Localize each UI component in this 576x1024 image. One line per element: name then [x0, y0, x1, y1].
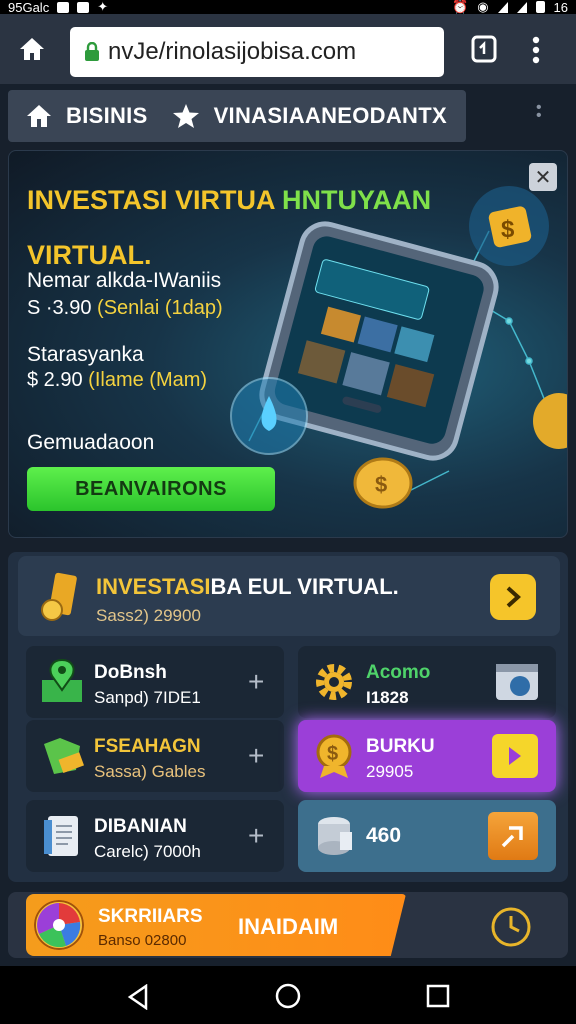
promo-amount: Banso 02800	[98, 932, 187, 949]
home-nav-icon[interactable]	[275, 983, 301, 1009]
promo-banner[interactable]: SKRRIIARS Banso 02800 INAIDAIM	[26, 894, 406, 956]
section-open-button[interactable]	[490, 574, 536, 620]
url-text: nvJe/rinolasijobisa.com	[108, 38, 357, 65]
address-bar[interactable]: nvJe/rinolasijobisa.com	[70, 27, 444, 77]
overflow-menu-button[interactable]	[532, 36, 540, 69]
section-title-part: BA EUL VIRTUAL.	[210, 574, 399, 599]
price-value: $ 2.90	[27, 369, 83, 391]
tile-value: 460	[366, 824, 402, 847]
tile-title: DoBnsh	[94, 662, 167, 683]
star-icon	[172, 104, 199, 128]
map-pin-icon	[42, 658, 82, 702]
chevron-right-icon	[509, 747, 521, 765]
wifi-icon: ◉	[477, 0, 489, 14]
tile-title: BURKU	[366, 736, 435, 757]
signal-icon	[497, 1, 508, 13]
section-subtitle: Sass2) 29900	[96, 606, 201, 625]
lock-icon	[85, 42, 99, 61]
section-title: INVESTASIBA EUL VIRTUAL.	[96, 574, 399, 600]
signal-icon	[516, 1, 527, 13]
add-icon[interactable]: +	[248, 666, 264, 698]
price-note: (Senlai (1dap)	[97, 297, 223, 319]
status-carrier-text: 95Galc	[8, 0, 50, 15]
prize-wheel-icon	[34, 900, 84, 950]
tile-dibanian[interactable]: DIBANIAN Carelc) 7000h +	[26, 800, 284, 872]
svg-text:$: $	[327, 743, 338, 765]
svg-text:$: $	[501, 216, 515, 243]
promo-label: INAIDAIM	[238, 914, 339, 939]
promo-bar: SKRRIIARS Banso 02800 INAIDAIM	[8, 892, 568, 958]
coin-stack-icon	[318, 817, 352, 855]
send-icon	[501, 826, 523, 848]
tile-subtitle: I1828	[366, 688, 409, 707]
tabs-button[interactable]	[470, 34, 498, 69]
section-header[interactable]: INVESTASIBA EUL VIRTUAL. Sass2) 29900	[18, 556, 560, 636]
phone-illustration: $ $	[230, 186, 567, 509]
section-title-part: INVESTASI	[96, 574, 211, 599]
tile-fseahagn[interactable]: FSEAHAGN Sassa) Gables +	[26, 720, 284, 792]
tile-subtitle: 29905	[366, 762, 414, 781]
hero-item-name: Starasyanka	[27, 343, 144, 366]
price-value: S ·3.90	[27, 297, 92, 319]
hero-footer-label: Gemuadaoon	[27, 431, 155, 454]
tile-title: DIBANIAN	[94, 816, 187, 837]
notification-icon	[57, 1, 70, 13]
document-icon	[44, 816, 78, 856]
tile-burku[interactable]: $ BURKU 29905	[298, 720, 556, 792]
add-icon[interactable]: +	[248, 820, 264, 852]
map-icon	[44, 738, 84, 774]
notification-icon	[77, 1, 90, 13]
battery-icon	[535, 1, 545, 13]
more-vertical-icon	[532, 36, 540, 64]
home-icon	[27, 105, 51, 127]
tile-title: FSEAHAGN	[94, 736, 201, 757]
status-time: 16	[553, 0, 568, 15]
tile-subtitle: Sassa) Gables	[94, 762, 206, 781]
svg-text:$: $	[375, 472, 387, 497]
promo-name: SKRRIIARS	[98, 906, 203, 927]
gear-icon	[316, 664, 352, 700]
tile-subtitle: Sanpd) 7IDE1	[94, 688, 201, 707]
chevron-right-icon	[506, 586, 521, 608]
price-note: (Ilame (Mam)	[88, 369, 208, 391]
send-button[interactable]	[488, 812, 538, 860]
status-bar: 95Galc ✦ ⏰ ◉ 16	[0, 0, 576, 15]
system-nav-bar	[0, 966, 576, 1024]
hero-item-price: S ·3.90 (Senlai (1dap)	[27, 297, 223, 320]
arrow-button[interactable]	[492, 734, 538, 778]
investment-section: INVESTASIBA EUL VIRTUAL. Sass2) 29900 Do…	[8, 552, 568, 882]
category-more-icon[interactable]: • •	[536, 100, 542, 124]
category-label: VINASIAANEODANTX	[213, 103, 447, 128]
medal-icon: $	[316, 734, 352, 778]
cast-icon: ✦	[97, 0, 109, 14]
category-bar: BISINIS VINASIAANEODANTX	[8, 90, 466, 142]
alarm-icon: ⏰	[452, 0, 469, 14]
tile-subtitle: Carelc) 7000h	[94, 842, 201, 861]
tabs-icon	[471, 35, 497, 63]
recents-icon[interactable]	[426, 984, 450, 1008]
clock-icon[interactable]	[490, 906, 532, 948]
tile-count[interactable]: 460	[298, 800, 556, 872]
hero-title-line2: VIRTUAL.	[27, 240, 152, 270]
hero-item-name: Nemar alkda-IWaniis	[27, 269, 222, 292]
browser-toolbar: nvJe/rinolasijobisa.com	[0, 14, 576, 84]
tile-title: Acomo	[366, 662, 431, 683]
hero-item-price: $ 2.90 (Ilame (Mam)	[27, 369, 207, 392]
category-label: BISINIS	[66, 103, 148, 128]
tile-acomo[interactable]: Acomo I1828	[298, 646, 556, 718]
hero-banner: INVESTASI VIRTUA HNTUYAAN VIRTUAL. Nemar…	[8, 150, 568, 538]
back-icon[interactable]	[126, 984, 150, 1010]
home-icon	[20, 38, 44, 60]
tile-dobnsh[interactable]: DoBnsh Sanpd) 7IDE1 +	[26, 646, 284, 718]
category-bisinis[interactable]: BISINIS	[26, 103, 148, 129]
calendar-icon[interactable]	[494, 660, 540, 702]
add-icon[interactable]: +	[248, 740, 264, 772]
home-button[interactable]	[0, 14, 64, 84]
category-virtual[interactable]: VINASIAANEODANTX	[172, 103, 447, 129]
gold-bar-icon	[41, 572, 77, 621]
